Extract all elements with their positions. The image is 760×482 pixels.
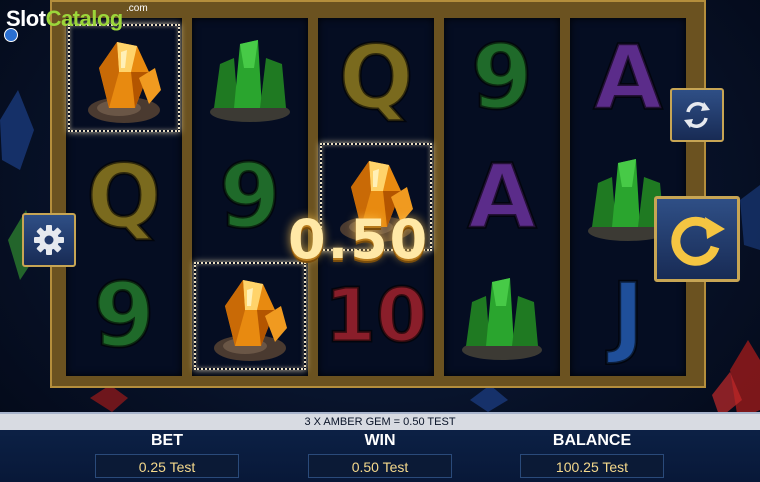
symbol-label: 9 [92, 263, 156, 367]
balance-value: 100.25 Test [520, 454, 664, 478]
win-value: 0.50 Test [308, 454, 452, 478]
win-label: WIN [364, 432, 396, 449]
settings-button[interactable] [22, 213, 76, 267]
winning-symbol-frame [194, 262, 306, 370]
symbol-q: Q [318, 18, 434, 137]
spin-icon [671, 216, 725, 266]
symbol-label: Q [337, 25, 415, 129]
symbol-q: Q [66, 137, 182, 256]
symbol-label: A [466, 144, 537, 248]
winning-symbol-frame [68, 24, 180, 132]
emerald-gem-symbol [192, 18, 308, 137]
reel-3: Q 10 [318, 18, 434, 376]
emerald-gem-symbol [444, 256, 560, 375]
reels-frame: Q9 9 Q 10 9 A A J [50, 0, 706, 388]
win-amount-popup: 0.50 [288, 208, 430, 271]
symbol-a: A [444, 137, 560, 256]
amber-gem-symbol [192, 256, 308, 375]
symbol-9: 9 [66, 256, 182, 375]
spin-button[interactable] [654, 196, 740, 282]
symbol-label: 9 [218, 144, 282, 248]
autoplay-button[interactable] [670, 88, 724, 142]
symbol-label: 9 [470, 25, 534, 129]
gear-icon [34, 225, 64, 255]
watermark-catalog: Catalog [45, 6, 124, 31]
symbol-label: J [610, 263, 646, 367]
autoplay-icon [684, 102, 710, 128]
win-line-text: 3 X AMBER GEM = 0.50 TEST [0, 414, 760, 430]
bet-label: BET [151, 432, 183, 449]
reel-2: 9 [192, 18, 308, 376]
balance-label: BALANCE [552, 432, 632, 449]
reel-4: 9A [444, 18, 560, 376]
symbol-label: Q [85, 144, 163, 248]
symbol-label: 10 [323, 272, 429, 359]
symbol-10: 10 [318, 256, 434, 375]
symbol-label: A [592, 25, 663, 129]
slotcatalog-watermark: SlotCatalog .com [4, 3, 148, 42]
symbol-a: A [570, 18, 686, 137]
bottom-bar: 3 X AMBER GEM = 0.50 TEST BET 0.25 Test … [0, 412, 760, 482]
amber-gem-symbol [66, 18, 182, 137]
globe-icon [4, 28, 18, 42]
symbol-9: 9 [444, 18, 560, 137]
reel-1: Q9 [66, 18, 182, 376]
watermark-domain: .com [126, 3, 148, 14]
bet-value[interactable]: 0.25 Test [95, 454, 239, 478]
